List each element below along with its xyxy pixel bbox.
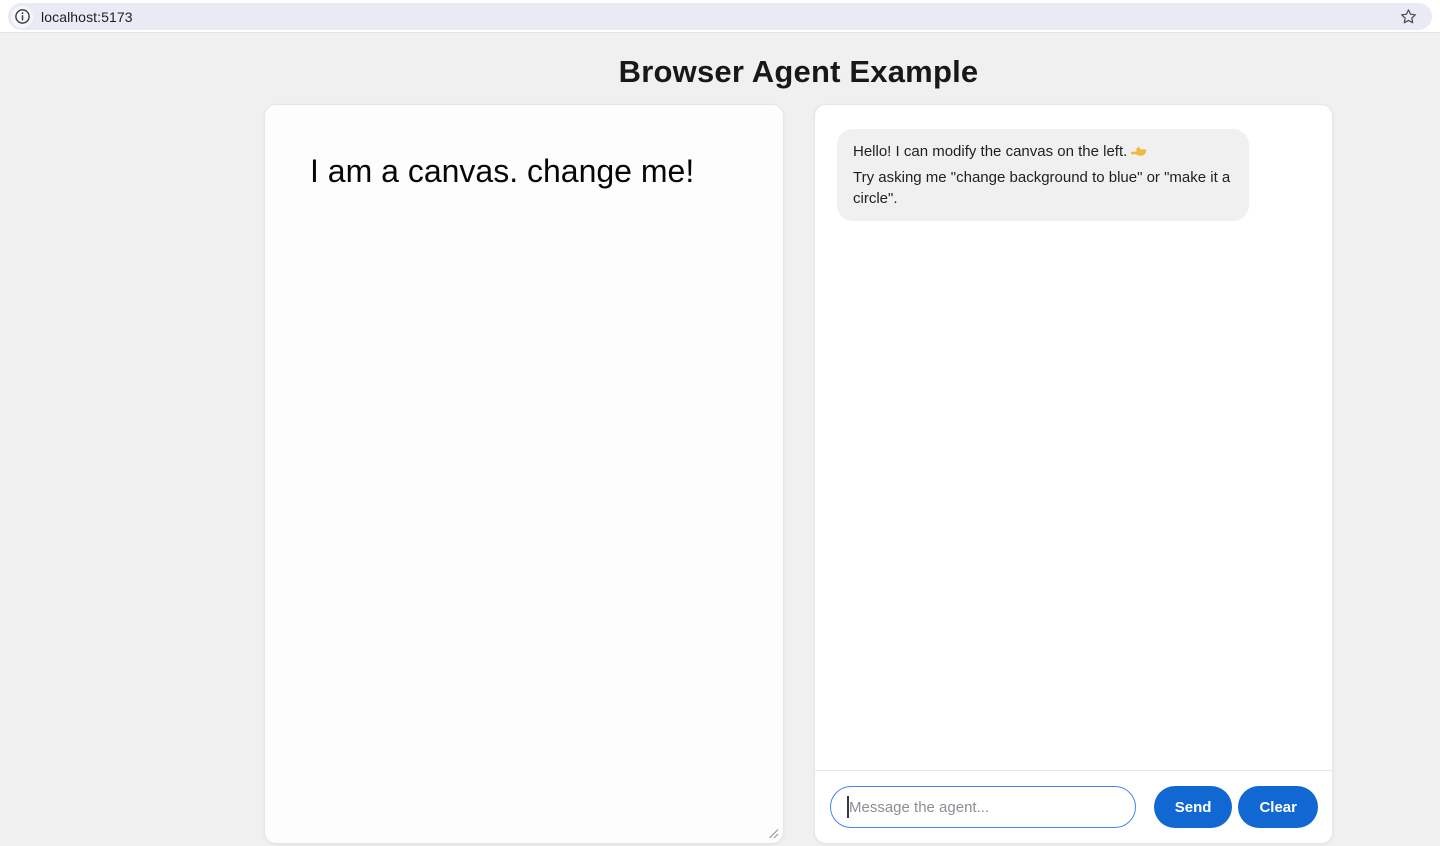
resize-grip-icon[interactable]: [768, 828, 779, 839]
page-title: Browser Agent Example: [264, 54, 1333, 90]
canvas-panel: I am a canvas. change me!: [264, 104, 784, 844]
browser-chrome-bar: localhost:5173: [0, 0, 1440, 33]
site-info-icon[interactable]: [11, 6, 33, 28]
chat-messages-area: Hello! I can modify the canvas on the le…: [815, 105, 1332, 770]
panels-row: I am a canvas. change me! Hello! I can m…: [264, 104, 1333, 844]
message-line-2: Try asking me "change background to blue…: [853, 167, 1233, 209]
message-input[interactable]: [830, 786, 1136, 828]
agent-message-bubble: Hello! I can modify the canvas on the le…: [837, 129, 1249, 221]
chat-input-row: Send Clear: [815, 770, 1332, 843]
message-line-1-text: Hello! I can modify the canvas on the le…: [853, 143, 1127, 160]
point-left-emoji: [1130, 141, 1147, 158]
message-line-1: Hello! I can modify the canvas on the le…: [853, 141, 1233, 167]
canvas-text: I am a canvas. change me!: [265, 105, 783, 191]
chat-panel: Hello! I can modify the canvas on the le…: [814, 104, 1333, 844]
url-text: localhost:5173: [41, 9, 133, 25]
clear-button[interactable]: Clear: [1238, 786, 1318, 828]
bookmark-star-icon[interactable]: [1393, 5, 1424, 28]
message-input-wrap: [830, 786, 1136, 828]
url-bar[interactable]: localhost:5173: [8, 3, 1432, 30]
send-button[interactable]: Send: [1154, 786, 1233, 828]
text-caret: [847, 796, 849, 818]
app-container: Browser Agent Example I am a canvas. cha…: [264, 54, 1333, 844]
